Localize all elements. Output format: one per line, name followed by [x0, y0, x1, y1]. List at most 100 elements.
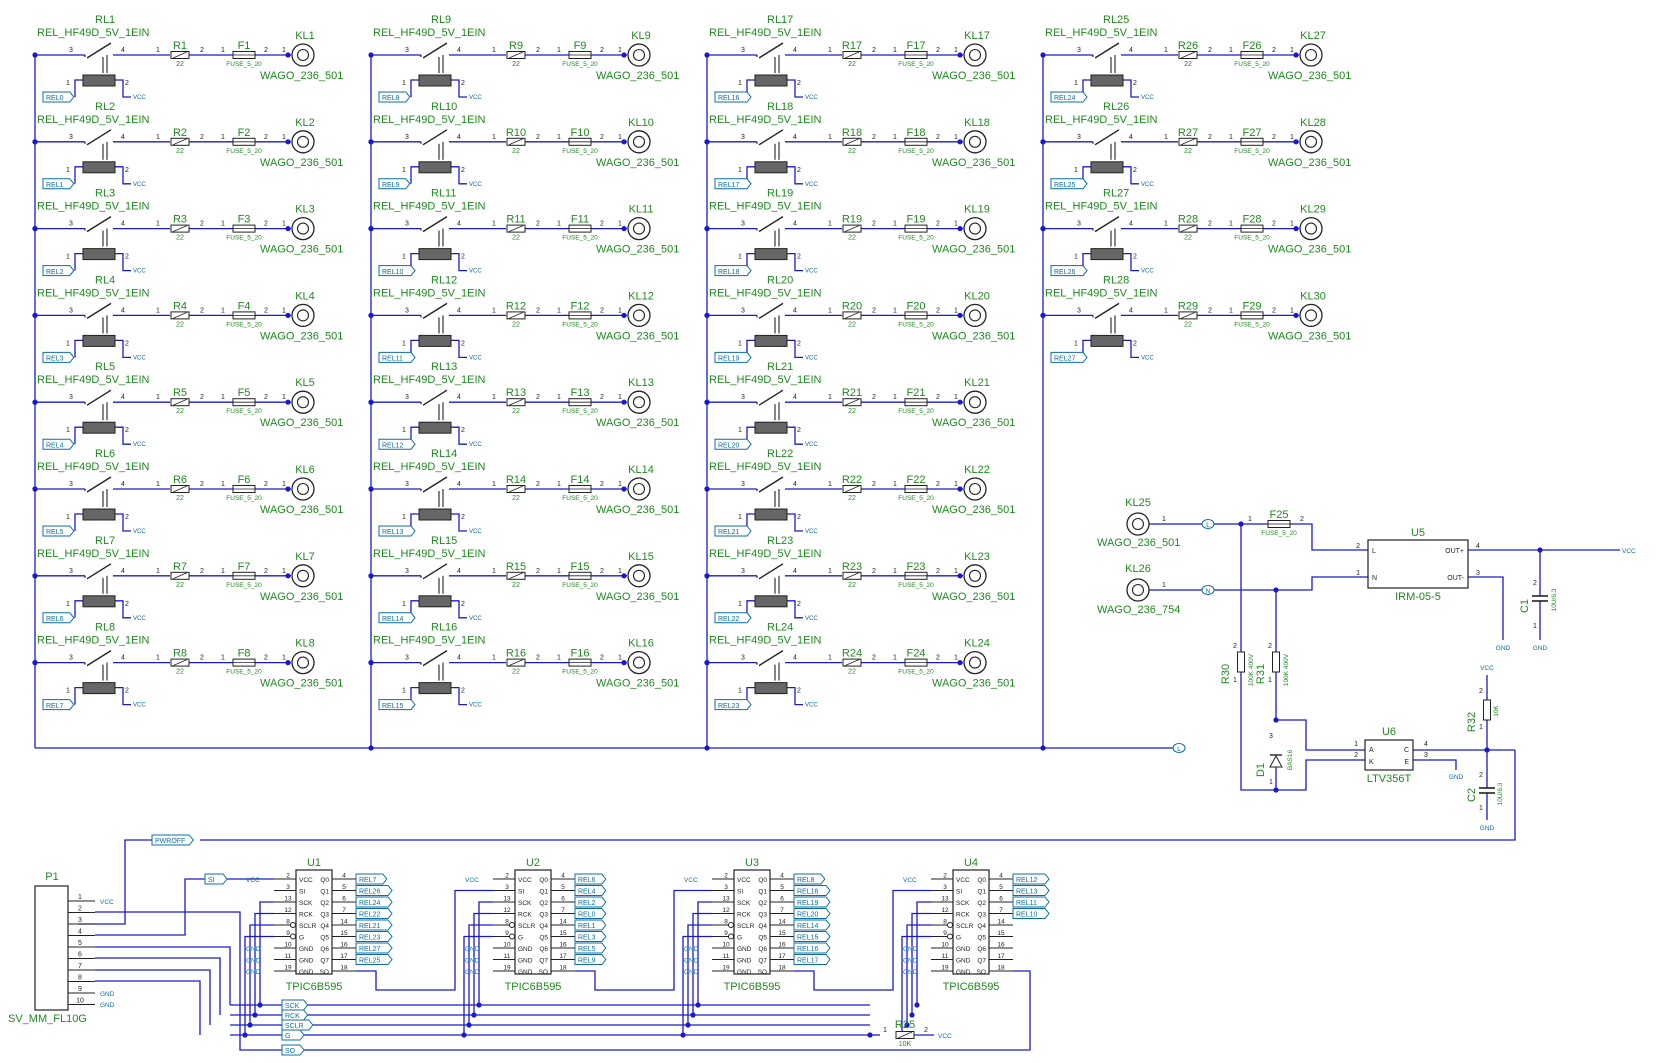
relay-rl15-net-label: REL14 — [382, 616, 404, 623]
relay-rl6-fuse-ref: F6 — [238, 474, 251, 486]
relay-rl14-coil-pin1: 1 — [402, 514, 406, 521]
relay-rl15-res-value: 22 — [512, 582, 520, 589]
relay-rl11-term-ref: KL11 — [629, 204, 654, 216]
relay-rl20-res-pin2: 2 — [872, 307, 876, 314]
shift-reg-u3-pin-q6: Q6 — [758, 946, 767, 953]
relay-rl15-term-ref: KL15 — [628, 551, 654, 563]
relay-rl21-pin4: 4 — [793, 394, 797, 401]
relay-rl13-term-ref: KL13 — [628, 377, 654, 389]
relay-rl14-fuse-pin1: 1 — [557, 481, 561, 488]
relay-rl17-term-ref: KL17 — [964, 30, 990, 42]
r30-ref: R30 — [1220, 664, 1232, 684]
relay-rl20-vcc: VCC — [805, 355, 818, 361]
relay-rl28-bus-junction — [1040, 312, 1046, 318]
kl26-value: WAGO_236_754 — [1097, 604, 1180, 616]
relay-rl24-terminal-inner — [968, 656, 982, 669]
relay-rl5-bus-junction — [32, 399, 38, 405]
relay-rl16-res-pin1: 1 — [492, 655, 496, 662]
shift-reg-u1-num-19: 19 — [284, 965, 292, 972]
relay-rl13-res-value: 22 — [512, 408, 520, 415]
relay-rl23-bus-junction — [704, 573, 710, 579]
relay-rl3-net-label: REL2 — [46, 269, 64, 276]
relay-rl25-net-label: REL24 — [1054, 95, 1076, 102]
shift-reg-u2-pin-q7: Q7 — [539, 958, 548, 965]
shift-reg-u1-num-12: 12 — [284, 907, 292, 914]
relay-rl15-coil — [418, 595, 452, 608]
relay-rl11-pin3: 3 — [405, 221, 409, 228]
relay-rl6-res-pin1: 1 — [156, 481, 160, 488]
relay-rl14-ref: RL14 — [431, 448, 457, 460]
shift-reg-u3-out-rel8: REL8 — [797, 877, 815, 884]
relay-rl24-term-ref: KL24 — [964, 638, 990, 650]
shift-reg-u1-vcc-net: VCC — [246, 877, 260, 884]
relay-rl8-net-label: REL7 — [46, 703, 64, 710]
relay-rl14-fuse-value: FUSE_5_20 — [562, 495, 598, 502]
shift-reg-u1-bus-drop-0 — [259, 901, 274, 1005]
relay-rl12-bus-junction — [368, 312, 374, 318]
u6-pin-c: C — [1404, 747, 1409, 754]
shift-reg-u3-pin-sck-2: SCK — [737, 900, 751, 907]
shift-reg-u2-bus-drop-0 — [478, 901, 493, 1005]
relay-rl15-coil-pin1: 1 — [402, 601, 406, 608]
shift-reg-u4-num-13: 13 — [941, 896, 949, 903]
relay-rl15-res-pin2: 2 — [536, 568, 540, 575]
relay-rl17-terminal-inner — [968, 48, 982, 62]
relay-rl9-coil-left-wire — [410, 79, 419, 97]
relay-rl18-res-ref: R18 — [842, 127, 862, 139]
relay-rl13-term-value: WAGO_236_501 — [596, 417, 679, 429]
relay-rl13-coil-pin2: 2 — [461, 427, 465, 434]
relay-rl11-res-ref: R11 — [506, 214, 525, 226]
relay-rl26-res-pin2: 2 — [1208, 134, 1212, 141]
kl25-ref: KL25 — [1125, 497, 1151, 509]
relay-rl4-terminal-inner — [296, 309, 310, 322]
relay-rl27-pin4: 4 — [1129, 221, 1133, 228]
relay-rl14-bus-junction — [368, 486, 374, 492]
relay-rl15-ref: RL15 — [431, 535, 457, 547]
relay-rl15-fuse-pin1: 1 — [557, 568, 561, 575]
relay-rl1-com-junction — [32, 52, 38, 58]
relay-rl28-fuse-pin2: 2 — [1272, 307, 1276, 314]
shift-reg-u2-num-10: 10 — [503, 942, 511, 949]
u6-pin-a: A — [1369, 747, 1374, 754]
relay-rl25-pin4: 4 — [1129, 47, 1133, 54]
c2-pin1: 1 — [1479, 805, 1483, 812]
relay-rl21-term-junction — [957, 399, 963, 405]
relay-rl19-fuse-ref: F19 — [907, 214, 926, 226]
relay-rl16-pin3: 3 — [405, 655, 409, 662]
relay-rl23-fuse-value: FUSE_5_20 — [898, 582, 934, 589]
relay-rl21-coil-pin2: 2 — [797, 427, 801, 434]
relay-rl23-term-value: WAGO_236_501 — [932, 591, 1015, 603]
relay-rl24-pin3: 3 — [741, 655, 745, 662]
shift-reg-u3-num-3: 3 — [724, 884, 728, 891]
relay-rl2-res-pin2: 2 — [200, 134, 204, 141]
relay-rl15-fuse-ref: F15 — [571, 561, 590, 573]
relay-rl1-term-value: WAGO_236_501 — [260, 70, 343, 82]
shift-reg-u4-pin-so: SO — [977, 969, 986, 976]
relay-rl18-pin4: 4 — [793, 134, 797, 141]
relay-rl16-terminal-inner — [632, 656, 646, 669]
shift-reg-u3-num-16: 16 — [778, 942, 786, 949]
shift-reg-u1-num-3: 3 — [286, 884, 290, 891]
relay-rl3-fuse-value: FUSE_5_20 — [226, 235, 262, 242]
relay-rl23-res-pin1: 1 — [828, 568, 832, 575]
relay-rl5-res-value: 22 — [176, 408, 184, 415]
relay-rl21-net-label: REL20 — [718, 442, 740, 449]
u6-num-1: 1 — [1354, 741, 1358, 748]
shift-reg-u2-num-5: 5 — [561, 884, 565, 891]
r31-resistor — [1272, 651, 1280, 673]
relay-rl23-coil-pin2: 2 — [797, 601, 801, 608]
relay-rl26-fuse-ref: F27 — [1243, 127, 1262, 139]
relay-rl13-res-pin2: 2 — [536, 394, 540, 401]
relay-rl22-term-junction — [957, 486, 963, 492]
shift-reg-u4-num-14: 14 — [997, 919, 1005, 926]
relay-rl11-value: REL_HF49D_5V_1EIN — [373, 201, 486, 213]
relay-rl18-coil — [754, 161, 788, 174]
shift-reg-u1-pin-q7: Q7 — [320, 958, 329, 965]
relay-rl10-ref: RL10 — [431, 101, 457, 113]
shift-reg-u4-num-12: 12 — [941, 907, 949, 914]
relay-rl26-net-label: REL25 — [1054, 182, 1076, 189]
relay-rl14-term-ref: KL14 — [628, 464, 654, 476]
relay-rl4-fuse-ref: F4 — [238, 300, 251, 312]
relay-rl6-term-value: WAGO_236_501 — [260, 504, 343, 516]
relay-rl25-res-value: 22 — [1184, 61, 1192, 68]
